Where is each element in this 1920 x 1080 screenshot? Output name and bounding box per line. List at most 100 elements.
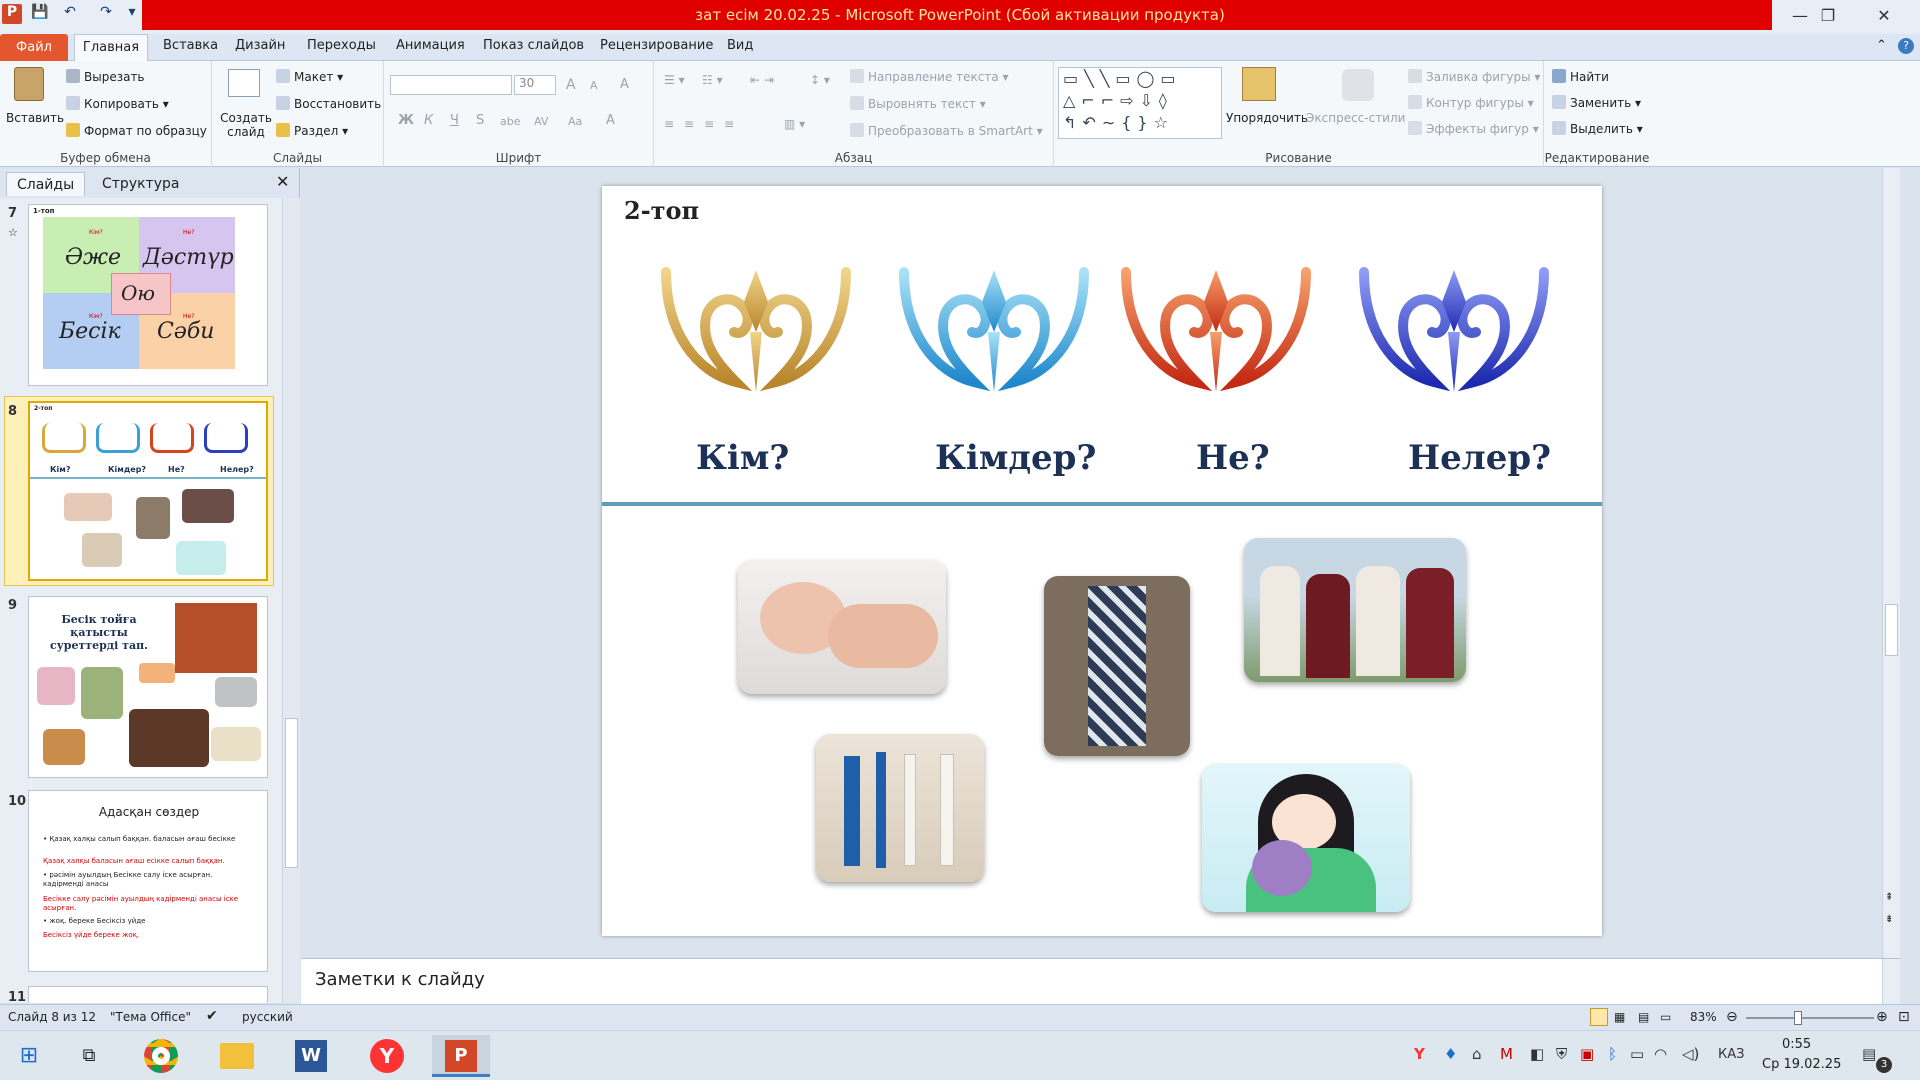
spellcheck-icon[interactable]: ✔ — [206, 1008, 218, 1024]
close-button[interactable]: ✕ — [1856, 0, 1912, 32]
reset-button[interactable]: Восстановить — [276, 96, 381, 111]
slide-thumbnail-8[interactable]: 2-топ Кім? Кімдер? Не? Нелер? — [28, 401, 268, 581]
tab-review[interactable]: Рецензирование — [600, 38, 713, 53]
line-spacing-icon[interactable]: ↕ ▾ — [810, 73, 830, 87]
select-button[interactable]: Выделить ▾ — [1552, 121, 1643, 136]
strike-button[interactable]: S — [476, 113, 484, 128]
tab-slideshow[interactable]: Показ слайдов — [483, 38, 584, 53]
text-direction-button[interactable]: Направление текста ▾ — [850, 69, 1009, 84]
new-slide-icon[interactable] — [228, 69, 260, 97]
question-ne[interactable]: Не? — [1196, 438, 1270, 478]
photo-baby[interactable] — [738, 560, 946, 694]
photo-elder-women[interactable] — [1244, 538, 1466, 682]
smartart-button[interactable]: Преобразовать в SmartArt ▾ — [850, 123, 1043, 138]
chrome-icon[interactable] — [132, 1035, 190, 1077]
panel-scrollbar[interactable] — [282, 198, 300, 1003]
slide-thumbnail-7[interactable]: 1-топ Кім? Не? Кім? Не? Әже Дәстүр Ою Бе… — [28, 204, 268, 386]
location-icon[interactable]: ♦ — [1444, 1045, 1457, 1063]
file-explorer-icon[interactable] — [208, 1035, 266, 1077]
font-color-button[interactable]: A — [606, 113, 615, 128]
font-size-field[interactable]: 30 — [514, 75, 556, 95]
photo-tubes[interactable] — [816, 734, 984, 882]
shape-outline-button[interactable]: Контур фигуры ▾ — [1408, 95, 1534, 110]
antivirus-icon[interactable]: M — [1500, 1045, 1513, 1063]
slide-thumbnail-9[interactable]: Бесік тойға қатысты суреттерді тап. — [28, 596, 268, 778]
char-spacing-button[interactable]: AV — [534, 115, 548, 128]
paste-button[interactable]: Вставить — [6, 111, 64, 125]
slideshow-view-icon[interactable]: ▭ — [1660, 1010, 1671, 1024]
paste-icon[interactable] — [14, 67, 44, 101]
shape-effects-button[interactable]: Эффекты фигур ▾ — [1408, 121, 1539, 136]
input-language[interactable]: КАЗ — [1718, 1047, 1744, 1062]
office-tray-icon[interactable]: ▣ — [1580, 1045, 1594, 1063]
quick-styles-icon[interactable] — [1342, 69, 1374, 101]
shapes-gallery[interactable]: ▭╲╲▭◯▭ △⌐⌐⇨⇩◊ ↰↶∼{}☆ — [1058, 67, 1222, 139]
section-button[interactable]: Раздел ▾ — [276, 123, 348, 138]
network-tray-icon[interactable]: ⌂ — [1472, 1045, 1482, 1063]
zoom-slider-thumb[interactable] — [1793, 1011, 1802, 1025]
tab-transitions[interactable]: Переходы — [307, 38, 376, 53]
zoom-in-icon[interactable]: ⊕ — [1876, 1009, 1888, 1025]
notes-scrollbar[interactable] — [1882, 959, 1900, 1005]
tab-outline[interactable]: Структура — [92, 172, 189, 196]
slide-thumbnail-11[interactable] — [28, 986, 268, 1003]
sorter-view-icon[interactable]: ▦ — [1614, 1010, 1625, 1024]
align-icons[interactable]: ≡≡≡≡ — [664, 117, 744, 131]
indent-icon[interactable]: ⇤ ⇥ — [750, 73, 774, 87]
maximize-button[interactable]: ❐ — [1800, 0, 1856, 32]
zoom-level[interactable]: 83% — [1690, 1010, 1717, 1024]
reading-view-icon[interactable]: ▤ — [1638, 1010, 1649, 1024]
tab-slides[interactable]: Слайды — [6, 172, 86, 196]
new-slide-button[interactable]: Создать слайд — [220, 111, 272, 139]
cut-button[interactable]: Вырезать — [66, 69, 145, 84]
photo-cradle[interactable] — [1044, 576, 1190, 756]
yandex-tray-icon[interactable]: Y — [1414, 1045, 1425, 1063]
volume-icon[interactable]: ◁) — [1682, 1045, 1699, 1063]
layout-button[interactable]: Макет ▾ — [276, 69, 343, 84]
bold-button[interactable]: Ж — [398, 113, 414, 128]
close-panel-icon[interactable]: ✕ — [276, 172, 289, 191]
shrink-font-button[interactable]: A — [590, 79, 598, 92]
tab-view[interactable]: Вид — [727, 38, 753, 53]
language[interactable]: русский — [242, 1010, 293, 1024]
font-name-field[interactable] — [390, 75, 512, 95]
columns-icon[interactable]: ▥ ▾ — [784, 117, 805, 131]
tab-file[interactable]: Файл — [0, 34, 68, 61]
fit-slide-icon[interactable]: ⊡ — [1898, 1009, 1910, 1025]
change-case-button[interactable]: Aa — [568, 115, 582, 128]
copy-button[interactable]: Копировать ▾ — [66, 96, 169, 111]
quick-styles-button[interactable]: Экспресс-стили — [1306, 111, 1405, 125]
notifications-icon[interactable]: ▤ — [1862, 1045, 1876, 1063]
prev-slide-icon[interactable]: ⇞ — [1885, 892, 1893, 903]
tab-animation[interactable]: Анимация — [396, 38, 465, 53]
zoom-out-icon[interactable]: ⊖ — [1726, 1009, 1738, 1025]
slide-canvas[interactable]: 2-топ Кім? Кімдер? Не? Нелер? — [602, 186, 1602, 936]
security-icon[interactable]: ◧ — [1530, 1045, 1544, 1063]
shape-fill-button[interactable]: Заливка фигуры ▾ — [1408, 69, 1540, 84]
theme-name[interactable]: "Тема Office" — [110, 1010, 191, 1024]
grow-font-button[interactable]: A — [566, 77, 576, 93]
slide-thumbnail-10[interactable]: Адасқан сөздер • Қазақ халқы салып баққа… — [28, 790, 268, 972]
wifi-icon[interactable]: ◠ — [1654, 1045, 1667, 1063]
strikethrough-button[interactable]: abe — [500, 115, 521, 128]
help-icon[interactable]: ? — [1898, 38, 1914, 54]
tab-insert[interactable]: Вставка — [163, 38, 218, 53]
notes-placeholder[interactable]: Заметки к слайду — [315, 969, 485, 990]
underline-button[interactable]: Ч — [450, 113, 459, 128]
clock-date[interactable]: Ср 19.02.25 — [1762, 1057, 1841, 1072]
next-slide-icon[interactable]: ⇟ — [1885, 914, 1893, 925]
panel-scroll-thumb[interactable] — [285, 718, 298, 868]
format-painter-button[interactable]: Формат по образцу — [66, 123, 207, 138]
numbering-icon[interactable]: ☷ ▾ — [702, 73, 723, 87]
windows-start-icon[interactable]: ⊞ — [0, 1035, 58, 1077]
tab-design[interactable]: Дизайн — [235, 38, 285, 53]
task-view-icon[interactable]: ⧉ — [60, 1035, 118, 1077]
zoom-slider[interactable] — [1746, 1017, 1874, 1019]
battery-icon[interactable]: ▭ — [1630, 1045, 1644, 1063]
normal-view-icon[interactable] — [1590, 1008, 1608, 1026]
notes-pane[interactable]: Заметки к слайду — [301, 958, 1900, 1005]
bullets-icon[interactable]: ☰ ▾ — [664, 73, 685, 87]
clear-format-button[interactable]: A — [620, 77, 629, 92]
replace-button[interactable]: Заменить ▾ — [1552, 95, 1641, 110]
italic-button[interactable]: К — [424, 113, 433, 128]
